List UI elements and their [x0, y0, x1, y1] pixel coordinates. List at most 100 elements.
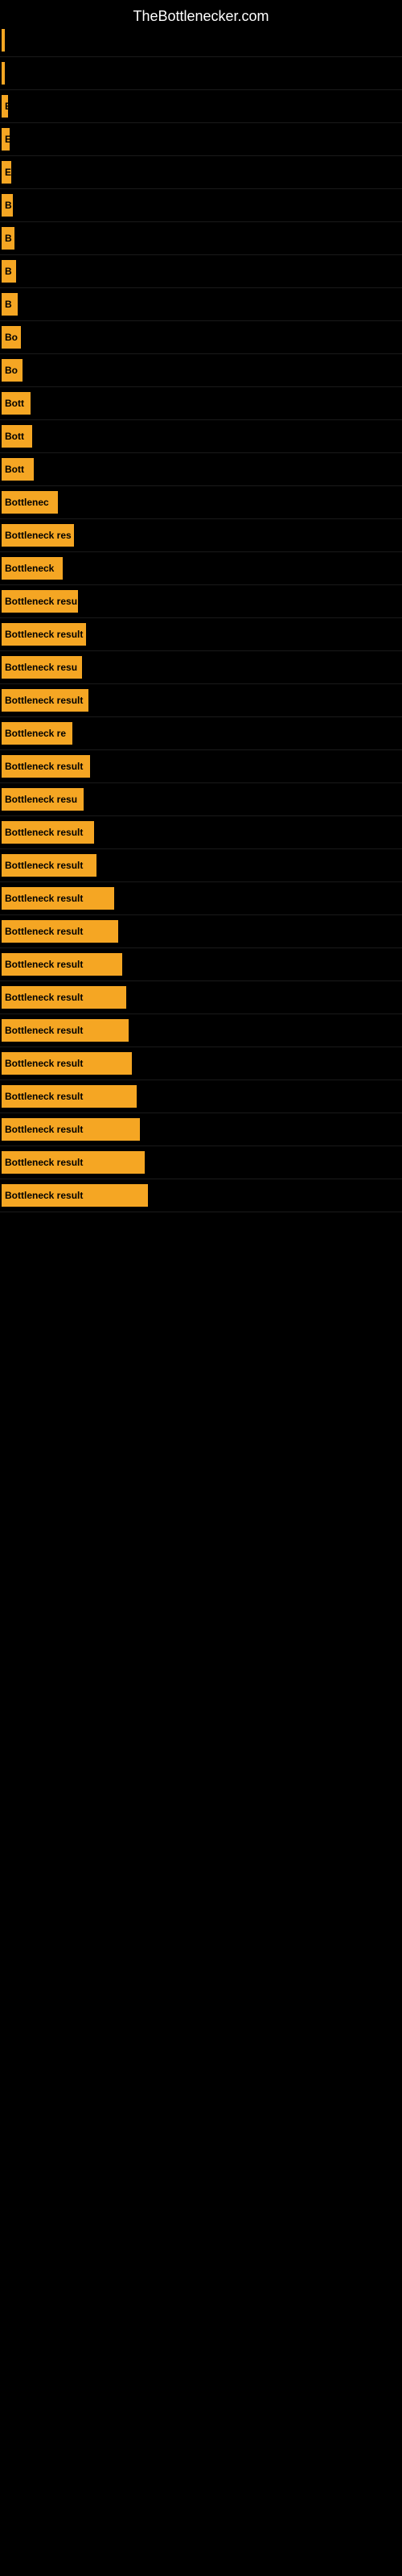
- bar-fill: Bottleneck resu: [2, 656, 82, 679]
- bar-fill: E: [2, 95, 8, 118]
- bar-text: Bottleneck result: [5, 1190, 83, 1201]
- bar-text: E: [5, 167, 11, 178]
- bar-row: B: [0, 255, 402, 288]
- bar-text: Bottleneck resu: [5, 596, 77, 607]
- bar-row: Bottleneck resu: [0, 783, 402, 816]
- bar-row: Bottleneck: [0, 552, 402, 585]
- bar-text: Bottleneck result: [5, 893, 83, 904]
- bar-fill: Bo: [2, 359, 23, 382]
- bar-fill: B: [2, 227, 14, 250]
- bar-fill: Bottleneck result: [2, 854, 96, 877]
- bar-row: B: [0, 222, 402, 255]
- bar-row: Bottleneck resu: [0, 585, 402, 618]
- bar-text: Bottleneck: [5, 563, 54, 574]
- bar-row: Bottleneck result: [0, 1113, 402, 1146]
- bar-row: Bottleneck result: [0, 684, 402, 717]
- bar-row: Bottleneck result: [0, 1014, 402, 1047]
- bar-text: Bottleneck result: [5, 761, 83, 772]
- bar-fill: E: [2, 128, 10, 151]
- bar-fill: Bottleneck: [2, 557, 63, 580]
- bar-row: Bott: [0, 453, 402, 486]
- bar-text: Bottleneck result: [5, 1025, 83, 1036]
- bar-text: Bottleneck result: [5, 827, 83, 838]
- bar-fill: Bottleneck result: [2, 1052, 132, 1075]
- bar-text: E: [5, 134, 11, 145]
- bar-text: Bott: [5, 398, 24, 409]
- bar-row: E: [0, 156, 402, 189]
- bar-fill: [2, 62, 5, 85]
- bar-fill: Bott: [2, 458, 34, 481]
- bar-row: Bottleneck result: [0, 618, 402, 651]
- bar-fill: Bo: [2, 326, 21, 349]
- bar-text: Bottleneck res: [5, 530, 72, 541]
- bar-fill: Bottleneck result: [2, 755, 90, 778]
- bar-row: Bottleneck result: [0, 1146, 402, 1179]
- bar-row: [0, 24, 402, 57]
- bar-row: Bott: [0, 387, 402, 420]
- bar-text: Bottleneck result: [5, 629, 83, 640]
- bar-row: B: [0, 288, 402, 321]
- bar-text: Bott: [5, 464, 24, 475]
- bar-fill: [2, 29, 5, 52]
- bar-text: Bottleneck result: [5, 1157, 83, 1168]
- bar-text: B: [5, 266, 12, 277]
- bar-row: Bott: [0, 420, 402, 453]
- bar-row: Bottleneck res: [0, 519, 402, 552]
- bar-fill: Bottleneck result: [2, 887, 114, 910]
- bar-text: Bottleneck result: [5, 1058, 83, 1069]
- bar-text: Bo: [5, 365, 18, 376]
- bar-text: E: [5, 101, 11, 112]
- bar-row: Bo: [0, 354, 402, 387]
- bar-row: Bottleneck result: [0, 1080, 402, 1113]
- bar-fill: Bottleneck result: [2, 1019, 129, 1042]
- bar-fill: Bottleneck resu: [2, 590, 78, 613]
- bar-text: B: [5, 299, 12, 310]
- bar-row: Bottleneck result: [0, 849, 402, 882]
- bar-text: Bottlenec: [5, 497, 49, 508]
- bar-row: Bottleneck result: [0, 948, 402, 981]
- bar-text: B: [5, 200, 12, 211]
- bar-fill: Bottleneck re: [2, 722, 72, 745]
- bar-fill: Bott: [2, 392, 31, 415]
- bar-fill: Bottleneck result: [2, 689, 88, 712]
- bar-fill: Bottleneck res: [2, 524, 74, 547]
- bar-text: Bottleneck result: [5, 992, 83, 1003]
- bar-text: Bottleneck result: [5, 1124, 83, 1135]
- bar-fill: Bottleneck result: [2, 1184, 148, 1207]
- bar-fill: Bottleneck result: [2, 623, 86, 646]
- bar-fill: Bott: [2, 425, 32, 448]
- bar-row: Bottleneck result: [0, 1047, 402, 1080]
- bar-row: Bottleneck result: [0, 1179, 402, 1212]
- bar-text: B: [5, 233, 12, 244]
- bar-row: Bo: [0, 321, 402, 354]
- bar-fill: Bottleneck result: [2, 986, 126, 1009]
- bar-row: E: [0, 90, 402, 123]
- bar-row: E: [0, 123, 402, 156]
- bar-text: Bo: [5, 332, 18, 343]
- bar-row: Bottleneck result: [0, 816, 402, 849]
- bar-text: Bottleneck result: [5, 926, 83, 937]
- bars-container: E E E B B B B Bo Bo Bott Bott Bott Bottlenec Bottlene…: [0, 24, 402, 1212]
- bar-fill: Bottleneck result: [2, 821, 94, 844]
- bar-fill: Bottleneck result: [2, 1085, 137, 1108]
- bar-text: Bottleneck result: [5, 1091, 83, 1102]
- bar-row: Bottlenec: [0, 486, 402, 519]
- bar-row: Bottleneck result: [0, 981, 402, 1014]
- bar-fill: Bottleneck result: [2, 953, 122, 976]
- bar-row: Bottleneck resu: [0, 651, 402, 684]
- bar-row: Bottleneck result: [0, 750, 402, 783]
- bar-fill: B: [2, 260, 16, 283]
- bar-row: Bottleneck result: [0, 915, 402, 948]
- bar-fill: Bottleneck result: [2, 1151, 145, 1174]
- bar-row: B: [0, 189, 402, 222]
- bar-text: Bottleneck resu: [5, 662, 77, 673]
- bar-fill: B: [2, 293, 18, 316]
- bar-fill: Bottleneck result: [2, 920, 118, 943]
- bar-text: Bottleneck resu: [5, 794, 77, 805]
- bar-text: Bottleneck re: [5, 728, 66, 739]
- bar-text: Bottleneck result: [5, 959, 83, 970]
- bar-fill: E: [2, 161, 11, 184]
- bar-text: Bottleneck result: [5, 860, 83, 871]
- bar-fill: B: [2, 194, 13, 217]
- bar-row: Bottleneck re: [0, 717, 402, 750]
